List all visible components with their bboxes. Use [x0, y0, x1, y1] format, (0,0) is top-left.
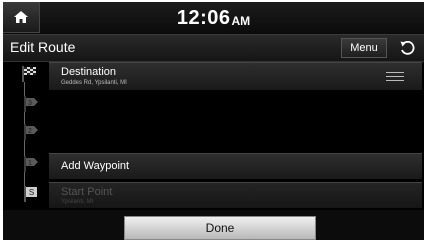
add-waypoint-button[interactable]: Add Waypoint [49, 153, 422, 179]
rail-segment [24, 82, 25, 96]
clock-ampm: AM [231, 13, 251, 28]
destination-address: Geddes Rd, Ypsilanti, MI [61, 80, 127, 86]
home-icon [14, 11, 28, 23]
start-point-row: Start Point Ypsilanti, MI [49, 182, 422, 208]
add-waypoint-label: Add Waypoint [61, 160, 130, 172]
rail-segment [24, 140, 25, 156]
waypoint-1-flag-icon: 1 [24, 156, 38, 172]
waypoint-3-flag-icon: 3 [24, 96, 38, 112]
status-bar: 12:06 AM [3, 2, 424, 34]
start-point-label: Start Point [61, 186, 113, 198]
back-button[interactable] [393, 38, 421, 58]
nav-screen: 12:06 AM Edit Route Menu 3 2 1 S Destina… [3, 2, 424, 240]
clock: 12:06 AM [3, 2, 424, 34]
rail-segment [24, 112, 25, 124]
back-arrow-icon [400, 41, 415, 55]
menu-button[interactable]: Menu [341, 38, 387, 58]
waypoint-3-flag-label: 3 [28, 100, 32, 107]
home-button[interactable] [3, 2, 40, 33]
route-list: 3 2 1 S Destination Geddes Rd, Ypsilanti… [3, 60, 424, 210]
destination-row[interactable]: Destination Geddes Rd, Ypsilanti, MI [49, 62, 422, 90]
start-flag-icon: S [24, 186, 37, 202]
start-point-address: Ypsilanti, MI [61, 199, 94, 205]
start-flag-label: S [29, 188, 34, 197]
reorder-handle-icon[interactable] [386, 72, 404, 81]
title-bar: Edit Route Menu [3, 34, 424, 62]
waypoint-2-flag-icon: 2 [24, 124, 38, 140]
checkered-flag-icon [22, 66, 36, 82]
waypoint-1-flag-label: 1 [28, 160, 32, 167]
page-title: Edit Route [10, 39, 76, 55]
done-button[interactable]: Done [124, 216, 316, 240]
destination-label: Destination [61, 66, 117, 78]
clock-time: 12:06 [176, 6, 231, 29]
bottom-bar: Done [3, 210, 424, 240]
route-flag-rail: 3 2 1 S [21, 60, 41, 210]
rail-segment [24, 172, 25, 186]
waypoint-2-flag-label: 2 [28, 128, 32, 135]
